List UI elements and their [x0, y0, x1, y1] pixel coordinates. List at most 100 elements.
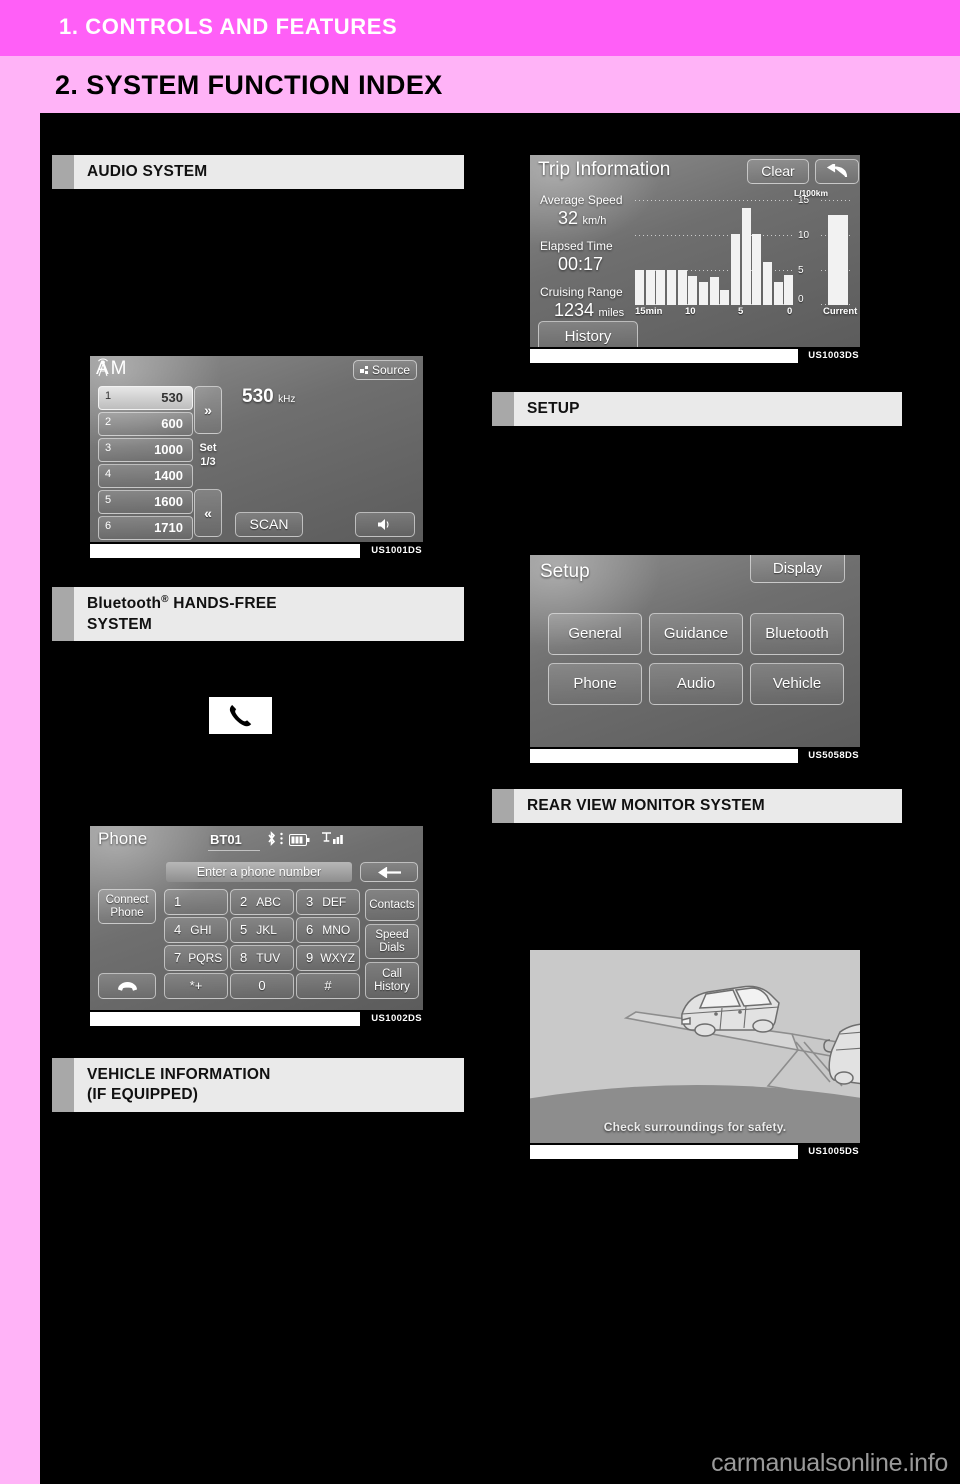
keypad-digit: 0 — [258, 978, 266, 994]
prev-page-label: « — [204, 504, 212, 521]
clear-button[interactable]: Clear — [747, 159, 809, 184]
rear-view-warning-text: Check surroundings for safety. — [603, 1120, 787, 1134]
preset-number: 6 — [105, 520, 112, 532]
history-button-label: History — [564, 327, 612, 345]
phone-number-input[interactable]: Enter a phone number — [166, 862, 352, 882]
fuel-consumption-chart — [635, 200, 795, 305]
chart-bar — [752, 234, 762, 305]
contacts-button[interactable]: Contacts — [365, 889, 419, 921]
phone-screen: Phone BT01 Enter a phone number Connect … — [90, 826, 423, 1010]
screenshot-am-radio: AM Source 1 530 2 600 3 1000 4 1400 5 16… — [88, 354, 425, 544]
keypad-digit: 7 — [174, 950, 182, 966]
display-button[interactable]: Display — [750, 555, 845, 583]
scan-button[interactable]: SCAN — [235, 512, 303, 537]
keypad-button-9[interactable]: 9 WXYZ — [296, 945, 360, 971]
preset-button-5[interactable]: 5 1600 — [98, 490, 193, 514]
end-call-button[interactable] — [98, 973, 156, 999]
call-history-line2: History — [374, 980, 410, 993]
section-header-vehicle-information: VEHICLE INFORMATION (IF EQUIPPED) — [52, 1058, 464, 1112]
keypad-button-3[interactable]: 3 DEF — [296, 889, 360, 915]
section-label-audio-system: AUDIO SYSTEM — [87, 162, 208, 180]
connect-phone-button[interactable]: Connect Phone — [98, 889, 156, 924]
setup-button-guidance[interactable]: Guidance — [649, 613, 743, 655]
section-label-vehicle-information: VEHICLE INFORMATION (IF EQUIPPED) — [87, 1065, 270, 1105]
section-marker-square — [492, 392, 514, 426]
keypad-button-4[interactable]: 4 GHI — [164, 917, 228, 943]
keypad-letters: MNO — [322, 922, 351, 937]
current-consumption-bar-wrap — [821, 200, 853, 305]
trip-stat-label: Cruising Range — [540, 285, 623, 299]
preset-button-1[interactable]: 1 530 — [98, 386, 193, 410]
parking-scene-illustration — [530, 985, 860, 1143]
keypad-button-hash[interactable]: # — [296, 973, 360, 999]
keypad-digit: *+ — [189, 978, 203, 994]
chart-y-axis-ticks: 15 10 5 0 — [798, 195, 810, 305]
phone-handset-icon-chip — [209, 697, 272, 734]
history-button[interactable]: History — [538, 321, 638, 347]
caption-white-bar — [530, 749, 798, 763]
section-marker-square — [52, 587, 74, 641]
section-label-bluetooth-hands-free: Bluetooth® HANDS-FREE SYSTEM — [87, 593, 277, 634]
section-marker-square — [52, 1058, 74, 1112]
speed-dials-button[interactable]: Speed Dials — [365, 924, 419, 959]
trip-stat-value: 1234 — [554, 300, 595, 320]
keypad-button-5[interactable]: 5 JKL — [230, 917, 294, 943]
preset-number: 3 — [105, 442, 112, 454]
keypad-button-7[interactable]: 7 PQRS — [164, 945, 228, 971]
keypad-button-0[interactable]: 0 — [230, 973, 294, 999]
back-button[interactable] — [815, 159, 859, 184]
vehicle-label-line2: (IF EQUIPPED) — [87, 1086, 199, 1103]
bluetooth-status-icon — [266, 831, 277, 851]
figure-caption-radio: US1001DS — [368, 544, 425, 557]
trip-stat-value: 00:17 — [558, 254, 604, 274]
set-page-indicator: Set 1/3 — [194, 442, 222, 470]
setup-button-phone[interactable]: Phone — [548, 663, 642, 705]
source-button[interactable]: Source — [353, 360, 417, 380]
figure-audio-system: AM Source 1 530 2 600 3 1000 4 1400 5 16… — [88, 354, 425, 564]
chart-bar — [709, 276, 719, 305]
display-button-label: Display — [772, 559, 823, 577]
keypad-button-8[interactable]: 8 TUV — [230, 945, 294, 971]
next-page-label: » — [204, 401, 212, 418]
preset-frequency: 1600 — [154, 494, 183, 509]
caption-white-bar — [530, 349, 798, 363]
keypad-button-2[interactable]: 2 ABC — [230, 889, 294, 915]
device-name-underline — [208, 850, 260, 851]
keypad-button-1[interactable]: 1 — [164, 889, 228, 915]
next-preset-page-button[interactable]: » — [194, 386, 222, 434]
preset-button-4[interactable]: 4 1400 — [98, 464, 193, 488]
setup-button-bluetooth[interactable]: Bluetooth — [750, 613, 844, 655]
chart-bar — [656, 270, 666, 305]
preset-button-3[interactable]: 3 1000 — [98, 438, 193, 462]
chart-bar — [645, 270, 655, 305]
setup-button-audio[interactable]: Audio — [649, 663, 743, 705]
call-history-button[interactable]: Call History — [365, 962, 419, 999]
keypad-button-star[interactable]: *+ — [164, 973, 228, 999]
section-label-setup: SETUP — [527, 399, 580, 417]
trip-stat-unit: miles — [598, 307, 625, 319]
backspace-button[interactable] — [360, 862, 418, 882]
frequency-value: 530 — [242, 386, 274, 407]
keypad-button-6[interactable]: 6 MNO — [296, 917, 360, 943]
registered-mark: ® — [161, 594, 169, 606]
preset-frequency: 1710 — [154, 520, 183, 535]
preset-frequency: 530 — [161, 390, 183, 405]
trip-stat-average-speed: Average Speed 32 km/h — [540, 193, 623, 229]
setup-button-vehicle[interactable]: Vehicle — [750, 663, 844, 705]
chart-bar — [699, 282, 709, 305]
phone-number-placeholder: Enter a phone number — [196, 865, 322, 879]
preset-button-2[interactable]: 2 600 — [98, 412, 193, 436]
volume-button[interactable] — [355, 512, 415, 537]
keypad-letters: WXYZ — [320, 950, 355, 965]
section-marker-square — [492, 789, 514, 823]
current-gridline-15 — [821, 200, 853, 201]
keypad-letters: JKL — [256, 922, 277, 937]
screenshot-rear-view-monitor: Check surroundings for safety. — [528, 948, 862, 1145]
trip-stat-cruising-range: Cruising Range 1234 miles — [540, 285, 624, 321]
preset-button-6[interactable]: 6 1710 — [98, 516, 193, 540]
prev-preset-page-button[interactable]: « — [194, 489, 222, 537]
setup-button-general[interactable]: General — [548, 613, 642, 655]
figure-caption-setup: US5058DS — [805, 749, 862, 762]
site-watermark: carmanualsonline.info — [711, 1449, 948, 1477]
caption-white-bar — [90, 544, 360, 558]
